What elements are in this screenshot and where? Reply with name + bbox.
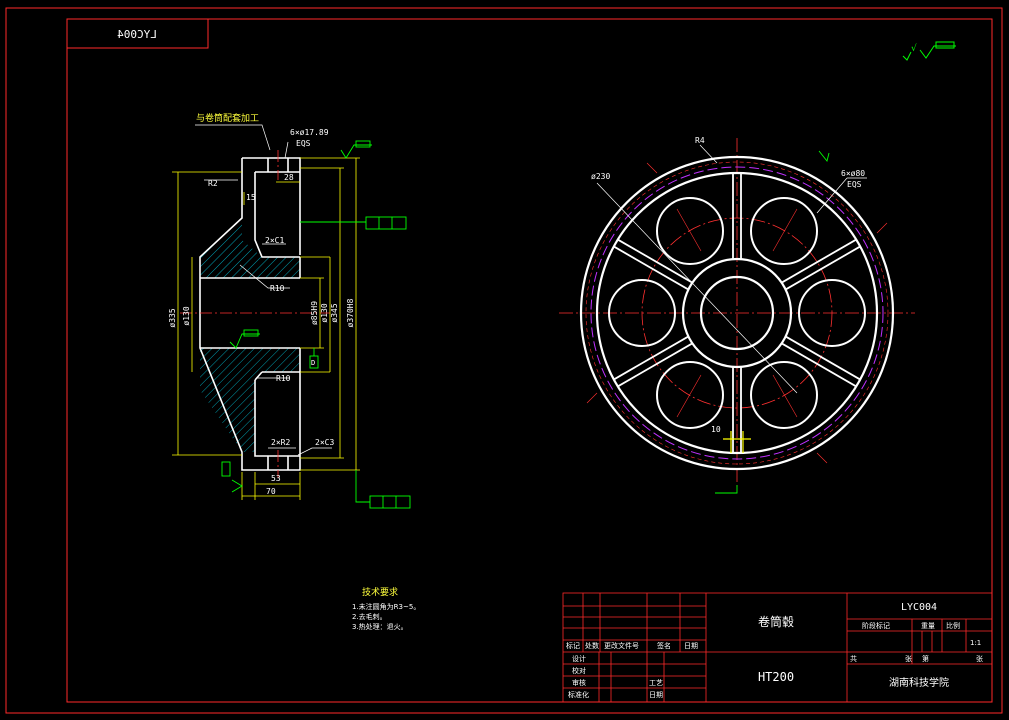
tech-req-item-3: 3.热处理：退火。 xyxy=(352,623,408,631)
tb-sign: 签名 xyxy=(657,641,671,650)
tb-code: LYC004 xyxy=(901,602,937,613)
code-mirrored: LYC004 xyxy=(117,28,157,41)
tb-weight: 重量 xyxy=(921,622,935,630)
front-holes: 6×ø80 xyxy=(841,169,865,178)
tb-sheet-total: 共 xyxy=(850,654,857,663)
dim-r2-top: R2 xyxy=(208,179,218,188)
technical-requirements: 技术要求 1.未注圆角为R3~5。 2.去毛刺。 3.热处理：退火。 xyxy=(352,588,420,632)
tb-scale-label: 比例 xyxy=(946,621,960,630)
dim-2c3: 2×C3 xyxy=(315,438,334,447)
dia-335: ø335 xyxy=(168,308,177,327)
dia-370: ø370H8 xyxy=(346,298,355,327)
tb-scale: 1:1 xyxy=(970,639,981,647)
tb-school: 湖南科技学院 xyxy=(889,676,949,689)
tb-date: 日期 xyxy=(684,642,698,650)
tb-sheet2: 张 xyxy=(976,654,983,663)
dia-85: ø85H9 xyxy=(310,301,319,325)
front-dim-10: 10 xyxy=(711,425,721,434)
hole-note: 6×ø17.89 xyxy=(290,128,329,137)
outer-frame xyxy=(5,7,1003,714)
tb-change: 更改文件号 xyxy=(604,641,639,650)
dim-70: 70 xyxy=(266,487,276,496)
tech-req-item-2: 2.去毛刺。 xyxy=(352,613,387,621)
section-view: 与卷筒配套加工 6×ø17.89 EQS R2 15 28 2×C1 R10 R… xyxy=(168,112,411,509)
dia-130: ø130 xyxy=(320,303,329,322)
tb-mark: 标记 xyxy=(566,641,580,650)
tb-count: 处数 xyxy=(585,641,599,650)
dim-2xr2: 2×R2 xyxy=(271,438,290,447)
tb-part-name: 卷筒毂 xyxy=(758,614,794,629)
datum-d: D xyxy=(311,359,315,367)
tb-design: 设计 xyxy=(572,654,586,663)
tb-sheet: 张 xyxy=(905,654,912,663)
front-d230: ø230 xyxy=(591,172,610,181)
dim-28: 28 xyxy=(284,173,294,182)
front-view: R4 ø230 6×ø80 EQS 10 xyxy=(559,136,915,494)
tb-material: HT200 xyxy=(758,670,794,684)
dim-r10-a: R10 xyxy=(270,284,285,293)
dia-345: ø345 xyxy=(330,303,339,322)
tb-standard: 标准化 xyxy=(568,690,589,699)
dim-53: 53 xyxy=(271,474,281,483)
note-machining: 与卷筒配套加工 xyxy=(196,112,259,124)
tb-drafting: 校对 xyxy=(572,666,586,675)
dim-2c1: 2×C1 xyxy=(265,236,284,245)
tech-req-item-1: 1.未注圆角为R3~5。 xyxy=(352,603,421,611)
tb-stage: 阶段标记 xyxy=(862,621,890,630)
tb-date2: 日期 xyxy=(649,691,663,699)
tb-review: 审核 xyxy=(572,678,586,687)
tech-req-title: 技术要求 xyxy=(362,588,399,598)
dim-15: 15 xyxy=(246,193,256,202)
cad-drawing: LYC004 与卷筒配套加工 6×ø17.89 EQS R2 15 28 2×C… xyxy=(5,7,1003,714)
hole-note-eqs: EQS xyxy=(296,139,311,148)
roughness-symbol-text: √ xyxy=(911,44,917,54)
front-r4: R4 xyxy=(695,136,705,145)
tb-process: 工艺 xyxy=(649,679,663,687)
front-holes-eqs: EQS xyxy=(847,180,862,189)
dia-130-left: ø130 xyxy=(182,306,191,325)
tb-sheet-no: 第 xyxy=(922,654,929,663)
dim-r10-b: R10 xyxy=(276,374,291,383)
